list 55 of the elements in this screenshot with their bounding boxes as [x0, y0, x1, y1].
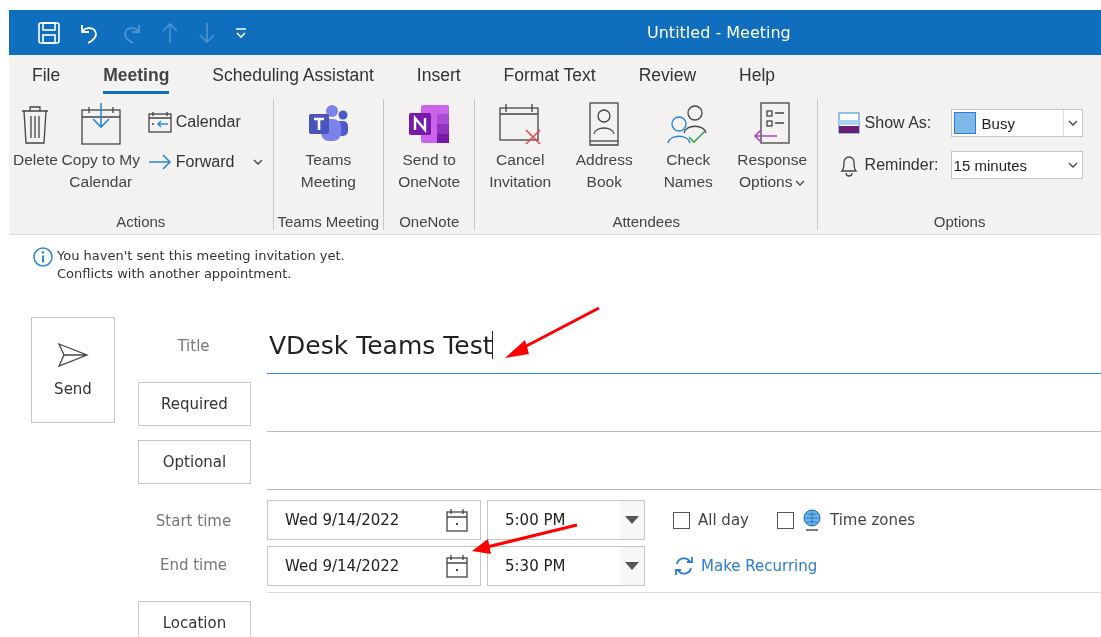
- show-as-label: Show As:: [864, 114, 933, 132]
- customize-caret-icon[interactable]: [234, 25, 248, 40]
- required-button[interactable]: Required: [138, 382, 251, 426]
- ribbon-tab[interactable]: Format Text: [503, 65, 596, 91]
- ribbon-tab[interactable]: File: [32, 65, 61, 91]
- ribbon-button[interactable]: Cancel Invitation: [479, 99, 562, 213]
- send-button[interactable]: Send: [31, 317, 115, 423]
- ribbon-button[interactable]: Calendar: [147, 111, 263, 133]
- date-field[interactable]: Wed 9/14/2022: [267, 546, 481, 586]
- ribbon-button[interactable]: Delete: [13, 99, 58, 213]
- group-label: Actions: [116, 213, 166, 230]
- info-message: You haven't sent this meeting invitation yet.: [57, 247, 345, 265]
- ribbon-tab[interactable]: Scheduling Assistant: [212, 65, 374, 91]
- field-label: Start time: [154, 512, 233, 530]
- field-label: Title: [176, 336, 211, 357]
- recurring-icon: [673, 556, 695, 576]
- field-label: End time: [158, 556, 229, 574]
- save-icon[interactable]: [37, 20, 61, 45]
- ribbon-button[interactable]: Copy to My Calendar: [59, 99, 142, 213]
- group-label: OneNote: [399, 213, 460, 230]
- globe-icon: [801, 509, 822, 531]
- group-label: Options: [933, 213, 986, 230]
- date-field[interactable]: Wed 9/14/2022: [267, 500, 481, 540]
- ribbon-button[interactable]: Teams Meeting: [287, 99, 370, 213]
- location-button[interactable]: Location: [138, 601, 251, 637]
- time-dropdown[interactable]: 5:30 PM: [487, 546, 645, 586]
- optional-button[interactable]: Optional: [138, 440, 251, 484]
- forward-arrow-icon: [147, 154, 172, 170]
- ribbon-tab[interactable]: Review: [638, 65, 697, 91]
- ribbon-button[interactable]: Forward: [147, 153, 263, 171]
- ribbon-tab[interactable]: Insert: [416, 65, 461, 91]
- ribbon-button[interactable]: Address Book: [563, 99, 646, 213]
- send-icon: [57, 342, 89, 368]
- checkbox[interactable]: [776, 511, 794, 529]
- caret-icon: [1067, 120, 1078, 126]
- info-message: Conflicts with another appointment.: [57, 265, 293, 283]
- checkbox-label: All day: [698, 511, 749, 529]
- make-recurring-link[interactable]: Make Recurring: [673, 556, 818, 576]
- reminder-label: Reminder:: [864, 156, 940, 174]
- group-label: Attendees: [612, 213, 680, 230]
- ribbon-tab[interactable]: Help: [739, 65, 776, 91]
- reminder-dropdown[interactable]: 15 minutes: [950, 151, 1083, 179]
- group-label: Teams Meeting: [277, 213, 380, 230]
- address-book-icon: [588, 99, 621, 149]
- ribbon-button[interactable]: Check Names: [647, 99, 730, 213]
- info-icon: [33, 247, 53, 267]
- show-as-icon: [836, 112, 861, 134]
- ribbon-button[interactable]: Response Options: [731, 99, 814, 213]
- checkbox[interactable]: [673, 511, 690, 529]
- show-as-dropdown[interactable]: Busy: [950, 109, 1083, 137]
- ribbon-button[interactable]: Send to OneNote: [388, 99, 471, 213]
- time-dropdown[interactable]: 5:00 PM: [487, 500, 645, 540]
- caret-icon: [1067, 162, 1078, 168]
- window-title: Untitled - Meeting: [646, 23, 791, 42]
- checkbox-label: Time zones: [829, 511, 916, 529]
